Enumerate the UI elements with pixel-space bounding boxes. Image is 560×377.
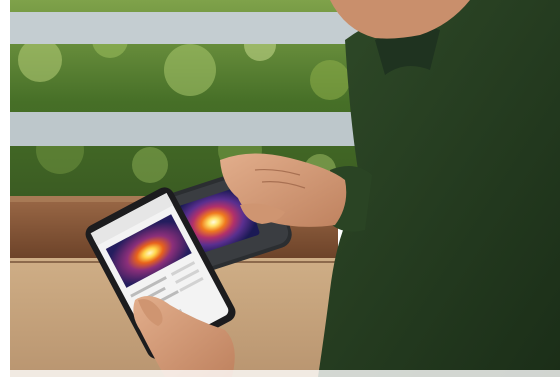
left-edge-fade <box>0 0 10 377</box>
photo-scene <box>0 0 560 377</box>
railing-bar-middle <box>8 112 408 146</box>
bottom-edge-fade <box>0 370 560 377</box>
